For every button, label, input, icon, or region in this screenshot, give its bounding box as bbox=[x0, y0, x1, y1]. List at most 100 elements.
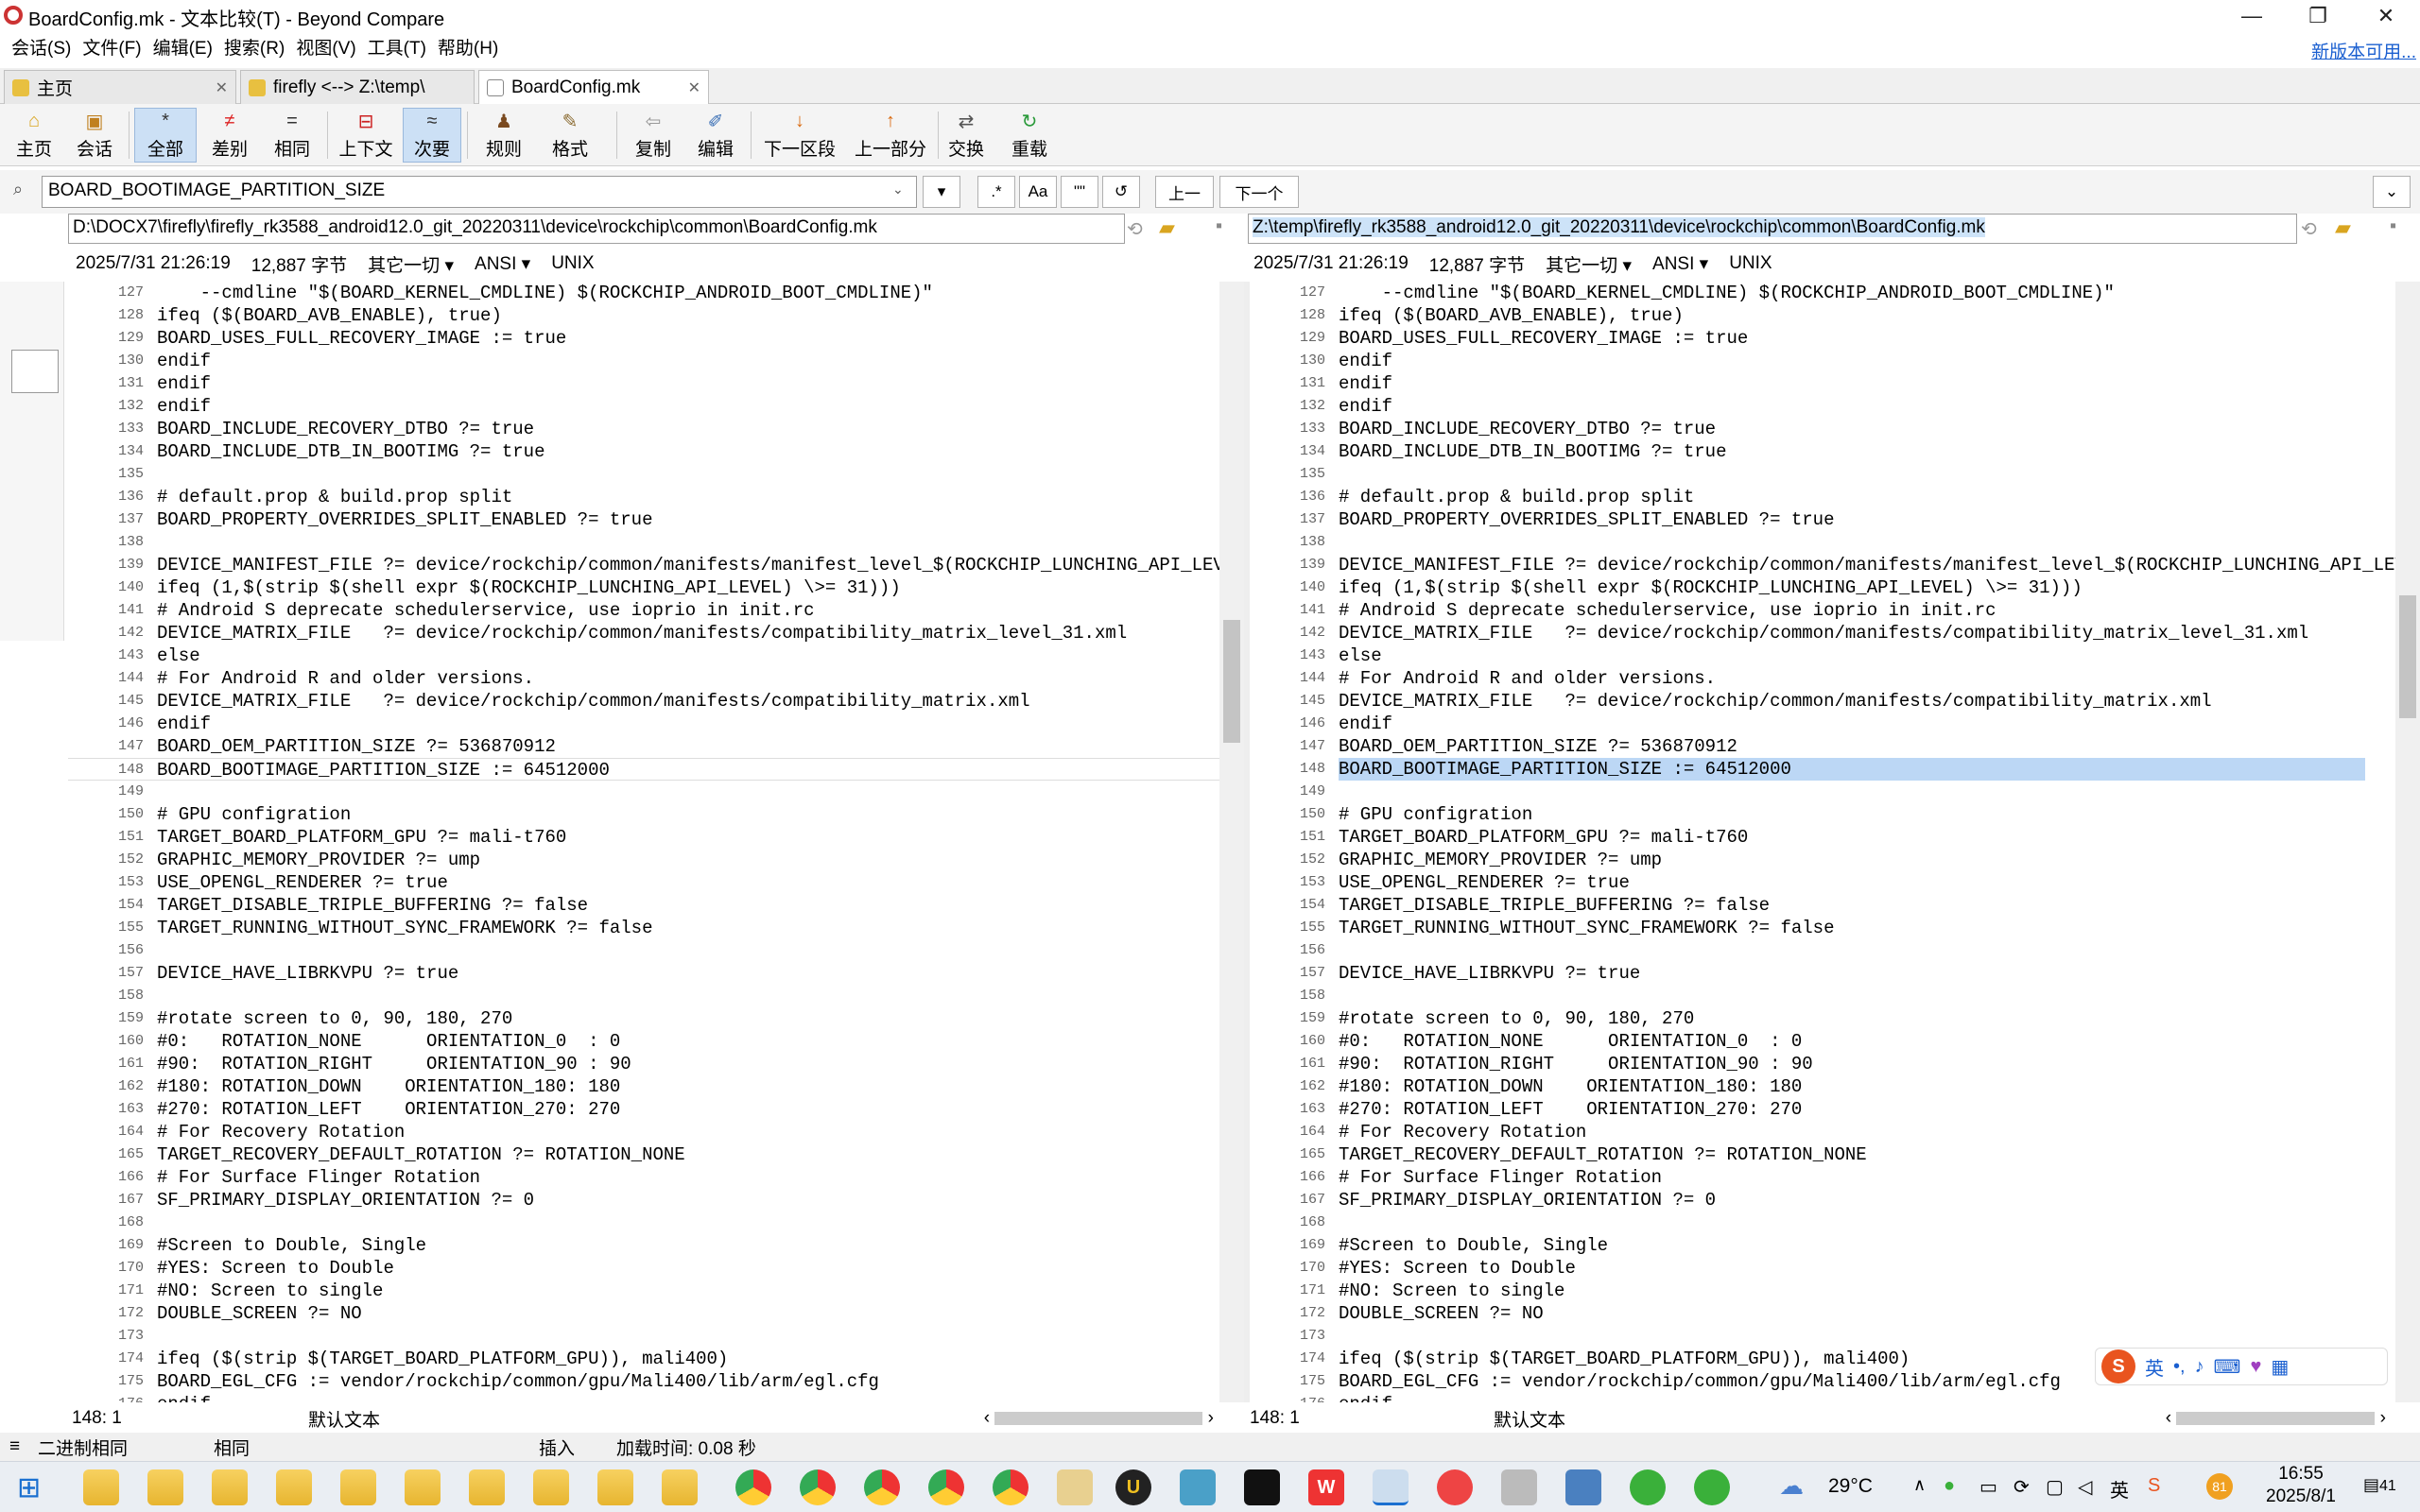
find-prev-button[interactable]: 上一 bbox=[1155, 176, 1214, 208]
chevron-down-icon[interactable]: ⌄ bbox=[2373, 176, 2411, 208]
search-options-button[interactable]: ▾ bbox=[923, 176, 960, 208]
code-line[interactable]: 151 TARGET_BOARD_PLATFORM_GPU ?= mali-t76… bbox=[1250, 826, 2395, 849]
show-same-button[interactable]: = 相同 bbox=[263, 108, 321, 163]
code-line[interactable]: 137 BOARD_PROPERTY_OVERRIDES_SPLIT_ENABLE… bbox=[68, 508, 1219, 531]
code-line[interactable]: 134 BOARD_INCLUDE_DTB_IN_BOOTIMG ?= true bbox=[1250, 440, 2395, 463]
edit-button[interactable]: ✐ 编辑 bbox=[686, 108, 745, 163]
code-line[interactable]: 150 # GPU configration bbox=[68, 803, 1219, 826]
code-line[interactable]: 166 # For Surface Flinger Rotation bbox=[1250, 1166, 2395, 1189]
code-line[interactable]: 161 #90: ROTATION_RIGHT ORIENTATION_90 : … bbox=[1250, 1053, 2395, 1075]
ime-tray-icon[interactable]: 英 bbox=[2110, 1475, 2129, 1503]
code-line[interactable]: 162 #180: ROTATION_DOWN ORIENTATION_180: … bbox=[1250, 1075, 2395, 1098]
diff-overview-pane[interactable] bbox=[0, 282, 64, 641]
weather-temp[interactable]: 29°C bbox=[1828, 1475, 1873, 1498]
code-line[interactable]: 166 # For Surface Flinger Rotation bbox=[68, 1166, 1219, 1189]
menu-help[interactable]: 帮助(H) bbox=[432, 32, 504, 66]
code-line[interactable]: 168 bbox=[68, 1211, 1219, 1234]
folder-icon[interactable] bbox=[662, 1469, 698, 1505]
clock-date[interactable]: 2025/8/1 bbox=[2244, 1486, 2358, 1507]
eol-label[interactable]: UNIX bbox=[551, 253, 594, 274]
code-line[interactable]: 144 # For Android R and older versions. bbox=[68, 667, 1219, 690]
menu-view[interactable]: 视图(V) bbox=[290, 32, 361, 66]
other-dropdown[interactable]: 其它一切 ▾ bbox=[368, 251, 454, 277]
paint-icon[interactable] bbox=[1057, 1469, 1093, 1505]
encoding-dropdown[interactable]: ANSI ▾ bbox=[475, 253, 530, 275]
code-line[interactable]: 131 endif bbox=[1250, 372, 2395, 395]
code-line[interactable]: 169 #Screen to Double, Single bbox=[1250, 1234, 2395, 1257]
code-line[interactable]: 132 endif bbox=[68, 395, 1219, 418]
code-line[interactable]: 145 DEVICE_MATRIX_FILE ?= device/rockchip… bbox=[68, 690, 1219, 713]
format-button[interactable]: ✎ 格式 bbox=[539, 108, 601, 163]
code-line[interactable]: 139 DEVICE_MANIFEST_FILE ?= device/rockch… bbox=[68, 554, 1219, 576]
prev-section-button[interactable]: ↑ 上一部分 bbox=[847, 108, 934, 163]
regex-toggle[interactable]: .* bbox=[977, 176, 1015, 208]
code-line[interactable]: 130 endif bbox=[1250, 350, 2395, 372]
code-line[interactable]: 167 SF_PRIMARY_DISPLAY_ORIENTATION ?= 0 bbox=[68, 1189, 1219, 1211]
keyboard-icon[interactable]: ⌨ bbox=[2214, 1355, 2241, 1379]
grid-icon[interactable]: ▦ bbox=[2271, 1355, 2289, 1379]
chevron-up-icon[interactable]: ∧ bbox=[1913, 1475, 1926, 1495]
code-line[interactable]: 158 bbox=[1250, 985, 2395, 1007]
code-line[interactable]: 155 TARGET_RUNNING_WITHOUT_SYNC_FRAMEWORK… bbox=[1250, 917, 2395, 939]
code-line[interactable]: 138 bbox=[1250, 531, 2395, 554]
menu-session[interactable]: 会话(S) bbox=[6, 32, 77, 66]
rules-button[interactable]: ♟ 规则 bbox=[473, 108, 535, 163]
close-icon[interactable]: ✕ bbox=[216, 78, 228, 97]
left-text-pane[interactable]: 127 --cmdline "$(BOARD_KERNEL_CMDLINE) $… bbox=[68, 282, 1219, 1402]
folder-icon[interactable] bbox=[405, 1469, 441, 1505]
code-line[interactable]: 142 DEVICE_MATRIX_FILE ?= device/rockchip… bbox=[68, 622, 1219, 644]
session-button[interactable]: ▣ 会话 bbox=[64, 108, 125, 163]
overview-viewport[interactable] bbox=[11, 350, 59, 393]
code-line[interactable]: 160 #0: ROTATION_NONE ORIENTATION_0 : 0 bbox=[1250, 1030, 2395, 1053]
code-line[interactable]: 165 TARGET_RECOVERY_DEFAULT_ROTATION ?= R… bbox=[68, 1143, 1219, 1166]
code-line[interactable]: 131 endif bbox=[68, 372, 1219, 395]
open-folder-icon[interactable]: ▰ bbox=[1159, 215, 1175, 240]
encoding-dropdown[interactable]: ANSI ▾ bbox=[1652, 253, 1708, 275]
microphone-icon[interactable]: ♪ bbox=[2195, 1356, 2204, 1378]
code-line[interactable]: 140 ifeq (1,$(strip $(shell expr $(ROCKCH… bbox=[1250, 576, 2395, 599]
reload-button[interactable]: ↻ 重载 bbox=[1000, 108, 1059, 163]
notifications-icon[interactable]: ▤41 bbox=[2363, 1475, 2396, 1495]
code-line[interactable]: 158 bbox=[68, 985, 1219, 1007]
code-line[interactable]: 172 DOUBLE_SCREEN ?= NO bbox=[68, 1302, 1219, 1325]
code-line[interactable]: 133 BOARD_INCLUDE_RECOVERY_DTBO ?= true bbox=[68, 418, 1219, 440]
skin-icon[interactable]: ♥ bbox=[2250, 1356, 2261, 1378]
save-icon[interactable]: ▪ bbox=[1216, 215, 1222, 237]
volume-icon[interactable]: ◁ bbox=[2078, 1475, 2092, 1499]
sync-icon[interactable]: ⟳ bbox=[2014, 1475, 2030, 1499]
folder-icon[interactable] bbox=[83, 1469, 119, 1505]
code-line[interactable]: 163 #270: ROTATION_LEFT ORIENTATION_270: … bbox=[68, 1098, 1219, 1121]
code-line[interactable]: 168 bbox=[1250, 1211, 2395, 1234]
code-line[interactable]: 146 endif bbox=[1250, 713, 2395, 735]
code-line[interactable]: 160 #0: ROTATION_NONE ORIENTATION_0 : 0 bbox=[68, 1030, 1219, 1053]
code-line[interactable]: 151 TARGET_BOARD_PLATFORM_GPU ?= mali-t76… bbox=[68, 826, 1219, 849]
code-line[interactable]: 152 GRAPHIC_MEMORY_PROVIDER ?= ump bbox=[68, 849, 1219, 871]
punct-icon[interactable]: •, bbox=[2173, 1356, 2186, 1378]
menu-icon[interactable]: ≡ bbox=[9, 1436, 38, 1457]
browser-icon[interactable] bbox=[1437, 1469, 1473, 1505]
chevron-down-icon[interactable]: ⌄ bbox=[892, 181, 904, 198]
code-line[interactable]: 127 --cmdline "$(BOARD_KERNEL_CMDLINE) $… bbox=[68, 282, 1219, 304]
menu-file[interactable]: 文件(F) bbox=[77, 32, 147, 66]
maximize-button[interactable]: ❐ bbox=[2286, 0, 2350, 32]
display-icon[interactable]: ▢ bbox=[2046, 1475, 2064, 1499]
show-all-button[interactable]: * 全部 bbox=[134, 108, 197, 163]
code-line[interactable]: 165 TARGET_RECOVERY_DEFAULT_ROTATION ?= R… bbox=[1250, 1143, 2395, 1166]
code-line[interactable]: 148 BOARD_BOOTIMAGE_PARTITION_SIZE := 645… bbox=[68, 758, 1219, 781]
swap-button[interactable]: ⇄ 交换 bbox=[943, 108, 989, 163]
notification-badge[interactable]: 81 bbox=[2206, 1473, 2233, 1500]
wechat-icon[interactable] bbox=[1630, 1469, 1666, 1505]
notepad-icon[interactable] bbox=[1180, 1469, 1216, 1505]
terminal-icon[interactable] bbox=[1244, 1469, 1280, 1505]
code-line[interactable]: 167 SF_PRIMARY_DISPLAY_ORIENTATION ?= 0 bbox=[1250, 1189, 2395, 1211]
code-line[interactable]: 128 ifeq ($(BOARD_AVB_ENABLE), true) bbox=[68, 304, 1219, 327]
code-line[interactable]: 152 GRAPHIC_MEMORY_PROVIDER ?= ump bbox=[1250, 849, 2395, 871]
code-line[interactable]: 149 bbox=[68, 781, 1219, 803]
wechat-tray-icon[interactable]: ● bbox=[1944, 1475, 1955, 1497]
code-line[interactable]: 135 bbox=[68, 463, 1219, 486]
windows-start-icon[interactable]: ⊞ bbox=[17, 1471, 41, 1504]
code-line[interactable]: 175 BOARD_EGL_CFG := vendor/rockchip/comm… bbox=[68, 1370, 1219, 1393]
code-line[interactable]: 161 #90: ROTATION_RIGHT ORIENTATION_90 : … bbox=[68, 1053, 1219, 1075]
code-line[interactable]: 133 BOARD_INCLUDE_RECOVERY_DTBO ?= true bbox=[1250, 418, 2395, 440]
code-line[interactable]: 136 # default.prop & build.prop split bbox=[68, 486, 1219, 508]
